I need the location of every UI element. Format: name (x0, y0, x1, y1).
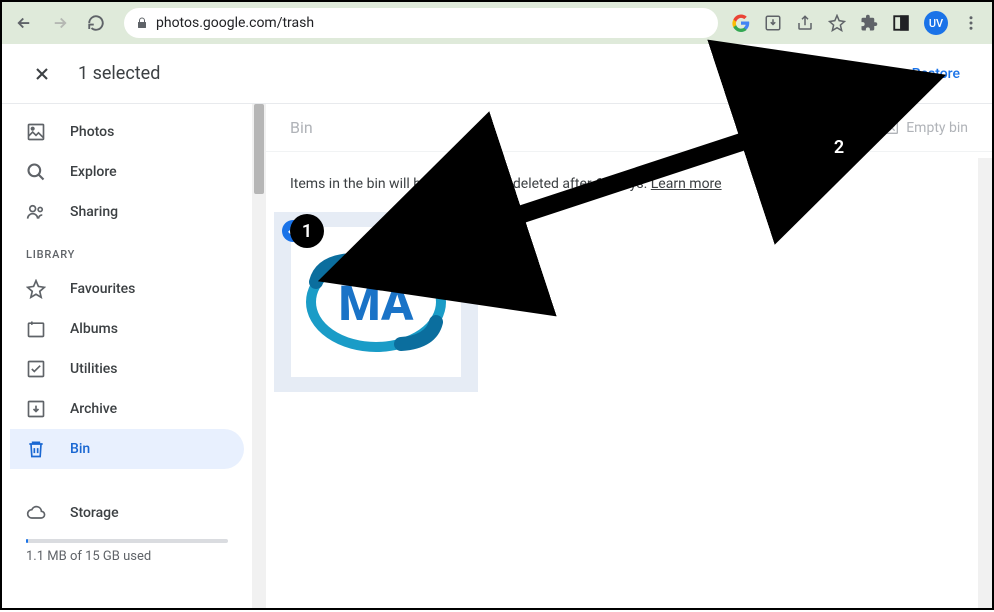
forward-button[interactable] (46, 9, 74, 37)
star-icon (26, 279, 46, 299)
sidebar-item-utilities[interactable]: Utilities (10, 349, 244, 389)
chrome-actions: UV (732, 11, 984, 35)
photos-icon (26, 122, 46, 142)
back-button[interactable] (10, 9, 38, 37)
sidebar-item-storage[interactable]: Storage (10, 493, 244, 533)
sidebar-item-label: Utilities (70, 361, 117, 377)
sidebar-item-label: Storage (70, 505, 119, 521)
learn-more-link[interactable]: Learn more (651, 176, 722, 192)
page-title: Bin (290, 118, 313, 137)
people-icon (26, 202, 46, 222)
lock-icon (136, 17, 148, 29)
delete-permanently-button[interactable]: Delete permanently (754, 58, 900, 90)
address-bar[interactable]: photos.google.com/trash (124, 8, 718, 38)
reload-button[interactable] (82, 9, 110, 37)
main-content: Bin Empty bin Items in the bin will be p… (266, 104, 992, 608)
kebab-icon[interactable] (962, 14, 980, 32)
star-icon[interactable] (828, 14, 846, 32)
sidebar-item-label: Bin (70, 441, 90, 457)
sidebar: Photos Explore Sharing LIBRARY Favourite… (2, 104, 252, 608)
browser-toolbar: photos.google.com/trash UV (2, 2, 992, 44)
sidebar-item-albums[interactable]: Albums (10, 309, 244, 349)
install-icon[interactable] (764, 14, 782, 32)
sidebar-item-favourites[interactable]: Favourites (10, 269, 244, 309)
photo-thumbnail[interactable]: MA (274, 212, 478, 392)
selected-check-icon[interactable] (282, 220, 304, 242)
empty-bin-button[interactable]: Empty bin (884, 120, 968, 136)
empty-bin-label: Empty bin (906, 120, 968, 136)
selection-count: 1 selected (78, 63, 160, 84)
sidebar-item-bin[interactable]: Bin (10, 429, 244, 469)
share-icon[interactable] (796, 14, 814, 32)
utilities-icon (26, 359, 46, 379)
trash-icon (26, 439, 46, 459)
sidebar-scrollbar[interactable] (252, 104, 266, 608)
sidebar-item-explore[interactable]: Explore (10, 152, 244, 192)
selection-toolbar: 1 selected Delete permanently Restore (2, 44, 992, 104)
sidebar-item-photos[interactable]: Photos (10, 112, 244, 152)
sidebar-item-label: Photos (70, 124, 114, 140)
sidebar-item-sharing[interactable]: Sharing (10, 192, 244, 232)
sidebar-item-label: Albums (70, 321, 118, 337)
profile-avatar[interactable]: UV (924, 11, 948, 35)
library-header: LIBRARY (10, 232, 244, 269)
cloud-icon (26, 503, 46, 523)
storage-progress (26, 539, 228, 543)
photo-grid: MA (266, 204, 992, 392)
svg-text:MA: MA (339, 275, 414, 332)
url-text: photos.google.com/trash (156, 15, 706, 31)
panel-icon[interactable] (892, 14, 910, 32)
sidebar-item-archive[interactable]: Archive (10, 389, 244, 429)
sidebar-item-label: Explore (70, 164, 117, 180)
extensions-icon[interactable] (860, 14, 878, 32)
sidebar-item-label: Favourites (70, 281, 135, 297)
search-icon (26, 162, 46, 182)
google-icon[interactable] (732, 14, 750, 32)
bin-header: Bin Empty bin (266, 104, 992, 152)
thumbnail-image: MA (291, 227, 461, 377)
retention-notice: Items in the bin will be permanently del… (266, 152, 992, 204)
album-icon (26, 319, 46, 339)
archive-icon (26, 399, 46, 419)
close-selection-button[interactable] (22, 54, 62, 94)
storage-usage: 1.1 MB of 15 GB used (10, 547, 244, 566)
main-scrollbar[interactable] (978, 158, 992, 608)
restore-button[interactable]: Restore (900, 58, 972, 90)
sidebar-item-label: Sharing (70, 204, 118, 220)
sidebar-item-label: Archive (70, 401, 117, 417)
empty-bin-icon (884, 120, 900, 136)
